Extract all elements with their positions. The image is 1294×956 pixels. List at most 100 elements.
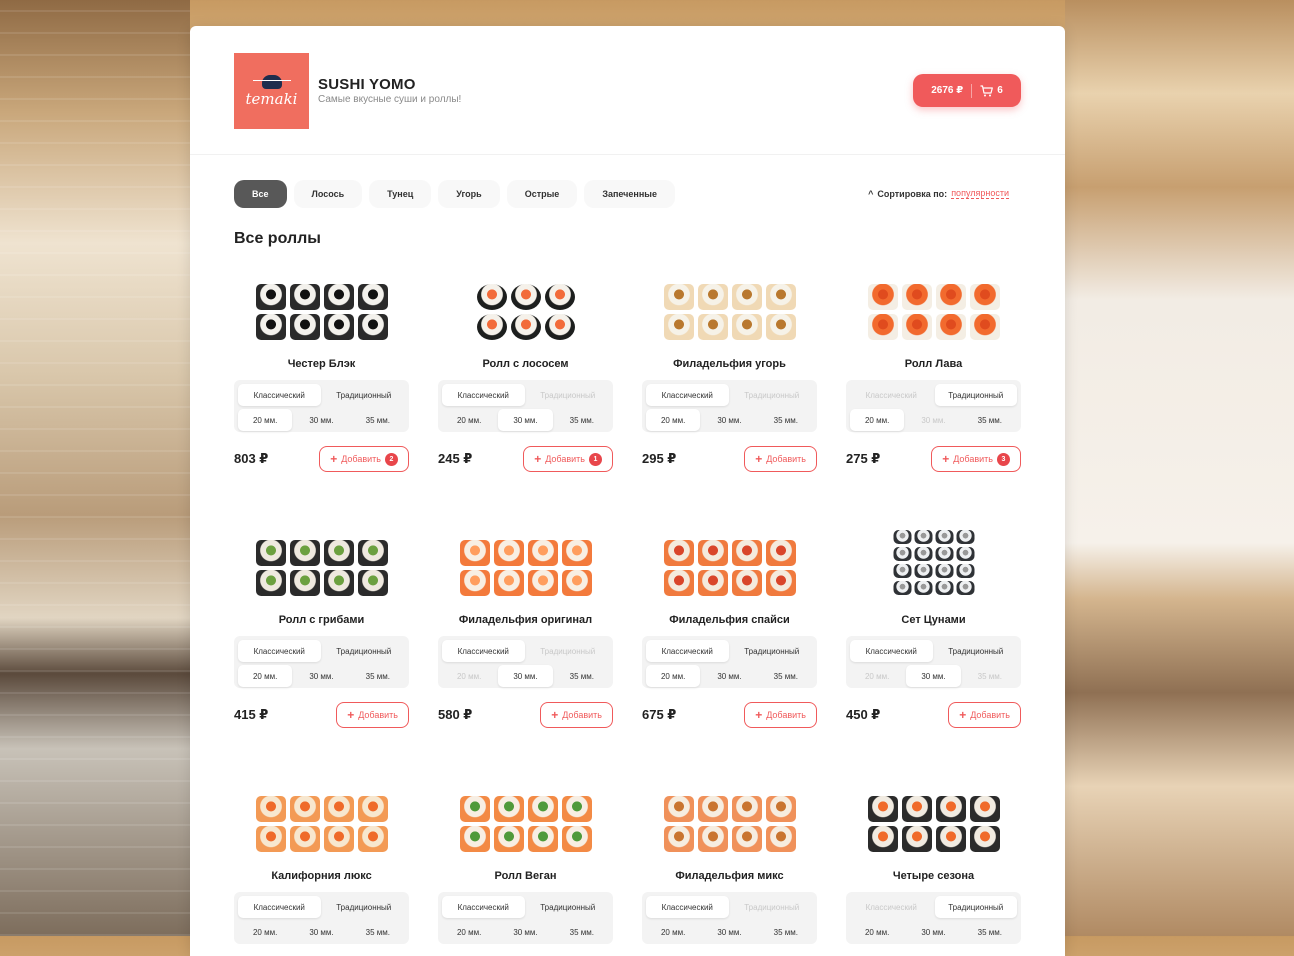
- sushi-piece: [561, 826, 592, 852]
- product-image[interactable]: [846, 266, 1021, 356]
- add-to-cart-button[interactable]: + Добавить 3: [931, 446, 1021, 472]
- sushi-piece: [459, 540, 490, 566]
- size-option[interactable]: 20 мм.: [238, 409, 293, 431]
- size-option[interactable]: 30 мм.: [702, 409, 756, 431]
- product-image[interactable]: [642, 266, 817, 356]
- variant-option[interactable]: Традиционный: [731, 640, 814, 662]
- sort-value[interactable]: популярности: [951, 188, 1009, 199]
- size-option[interactable]: 35 мм.: [351, 409, 405, 431]
- variant-option[interactable]: Классический: [442, 640, 525, 662]
- add-to-cart-button[interactable]: + Добавить: [540, 702, 613, 728]
- sushi-piece: [867, 284, 898, 310]
- size-option[interactable]: 20 мм.: [238, 921, 292, 943]
- variant-option[interactable]: Классический: [442, 384, 525, 406]
- product-image[interactable]: [438, 778, 613, 868]
- variant-option[interactable]: Классический: [238, 384, 321, 406]
- category-filters: Все Лосось Тунец Угорь Острые Запеченные: [234, 180, 675, 208]
- size-option[interactable]: 20 мм.: [646, 409, 701, 431]
- variant-option[interactable]: Классический: [646, 896, 729, 918]
- product-image[interactable]: [846, 778, 1021, 868]
- size-option[interactable]: 30 мм.: [498, 409, 553, 431]
- size-option[interactable]: 30 мм.: [906, 921, 960, 943]
- add-to-cart-button[interactable]: + Добавить: [744, 446, 817, 472]
- sushi-piece: [323, 826, 354, 852]
- variant-option[interactable]: Традиционный: [323, 640, 406, 662]
- product-name: Калифорния люкс: [271, 870, 372, 882]
- size-option[interactable]: 35 мм.: [963, 409, 1017, 431]
- filter-chip[interactable]: Лосось: [293, 180, 363, 208]
- product-card: Ролл с грибами Классический Традиционный 20…: [234, 522, 409, 728]
- sushi-image: [255, 796, 388, 852]
- filter-chip[interactable]: Угорь: [438, 180, 500, 208]
- cart-count: 6: [997, 85, 1003, 96]
- variant-option[interactable]: Традиционный: [934, 384, 1017, 406]
- variant-option[interactable]: Традиционный: [934, 896, 1017, 918]
- product-image[interactable]: [438, 266, 613, 356]
- sushi-piece: [914, 547, 932, 561]
- size-option[interactable]: 35 мм.: [759, 921, 813, 943]
- size-option[interactable]: 30 мм.: [906, 665, 961, 687]
- size-option[interactable]: 20 мм.: [850, 409, 905, 431]
- size-option[interactable]: 35 мм.: [351, 665, 405, 687]
- size-option[interactable]: 35 мм.: [963, 921, 1017, 943]
- size-option[interactable]: 35 мм.: [351, 921, 405, 943]
- size-option[interactable]: 30 мм.: [294, 665, 348, 687]
- product-image[interactable]: [234, 266, 409, 356]
- add-to-cart-button[interactable]: + Добавить: [948, 702, 1021, 728]
- size-option[interactable]: 30 мм.: [294, 409, 348, 431]
- size-option[interactable]: 30 мм.: [702, 921, 756, 943]
- add-button-label: Добавить: [545, 454, 585, 464]
- sushi-piece: [956, 581, 974, 595]
- add-to-cart-button[interactable]: + Добавить: [744, 702, 817, 728]
- variant-option[interactable]: Классический: [238, 896, 321, 918]
- filter-chip[interactable]: Все: [234, 180, 287, 208]
- size-option[interactable]: 35 мм.: [555, 921, 609, 943]
- size-option[interactable]: 20 мм.: [646, 665, 701, 687]
- add-to-cart-button[interactable]: + Добавить 1: [523, 446, 613, 472]
- size-option[interactable]: 30 мм.: [702, 665, 756, 687]
- variant-option[interactable]: Классический: [646, 384, 729, 406]
- variant-option[interactable]: Классический: [646, 640, 729, 662]
- filter-chip[interactable]: Запеченные: [584, 180, 675, 208]
- variant-option[interactable]: Традиционный: [323, 384, 406, 406]
- sushi-piece: [697, 570, 728, 596]
- product-price: 803 ₽: [234, 451, 269, 466]
- size-option[interactable]: 35 мм.: [555, 409, 609, 431]
- product-image[interactable]: [642, 522, 817, 612]
- size-option[interactable]: 20 мм.: [442, 409, 496, 431]
- filter-chip[interactable]: Тунец: [369, 180, 432, 208]
- product-image[interactable]: [642, 778, 817, 868]
- add-to-cart-button[interactable]: + Добавить 2: [319, 446, 409, 472]
- variant-option[interactable]: Традиционный: [935, 640, 1018, 662]
- sushi-piece: [935, 796, 966, 822]
- variant-option[interactable]: Классический: [238, 640, 321, 662]
- size-option[interactable]: 30 мм.: [498, 921, 552, 943]
- filter-chip[interactable]: Острые: [506, 180, 578, 208]
- size-option[interactable]: 20 мм.: [646, 921, 700, 943]
- size-option[interactable]: 20 мм.: [238, 665, 293, 687]
- sushi-piece: [663, 540, 694, 566]
- variant-option[interactable]: Классический: [850, 640, 933, 662]
- size-option[interactable]: 30 мм.: [498, 665, 553, 687]
- size-option[interactable]: 35 мм.: [759, 409, 813, 431]
- product-image[interactable]: [438, 522, 613, 612]
- add-to-cart-button[interactable]: + Добавить: [336, 702, 409, 728]
- size-option[interactable]: 35 мм.: [759, 665, 813, 687]
- variant-option[interactable]: Классический: [442, 896, 525, 918]
- sort-control[interactable]: ^ Сортировка по: популярности: [868, 188, 1009, 199]
- size-option[interactable]: 30 мм.: [294, 921, 348, 943]
- size-option[interactable]: 20 мм.: [850, 921, 904, 943]
- cart-button[interactable]: 2676 ₽ 6: [913, 74, 1021, 107]
- brand-logo[interactable]: temaki: [234, 53, 309, 129]
- variant-option[interactable]: Традиционный: [323, 896, 406, 918]
- sushi-piece: [969, 826, 1000, 852]
- sushi-piece: [459, 570, 490, 596]
- product-image[interactable]: [234, 522, 409, 612]
- price-row: 450 ₽ + Добавить: [846, 702, 1021, 728]
- variant-option[interactable]: Традиционный: [527, 896, 610, 918]
- product-image[interactable]: [846, 522, 1021, 612]
- size-option[interactable]: 35 мм.: [555, 665, 609, 687]
- size-option[interactable]: 20 мм.: [442, 921, 496, 943]
- product-image[interactable]: [234, 778, 409, 868]
- size-selector: 20 мм. 30 мм. 35 мм.: [238, 409, 405, 431]
